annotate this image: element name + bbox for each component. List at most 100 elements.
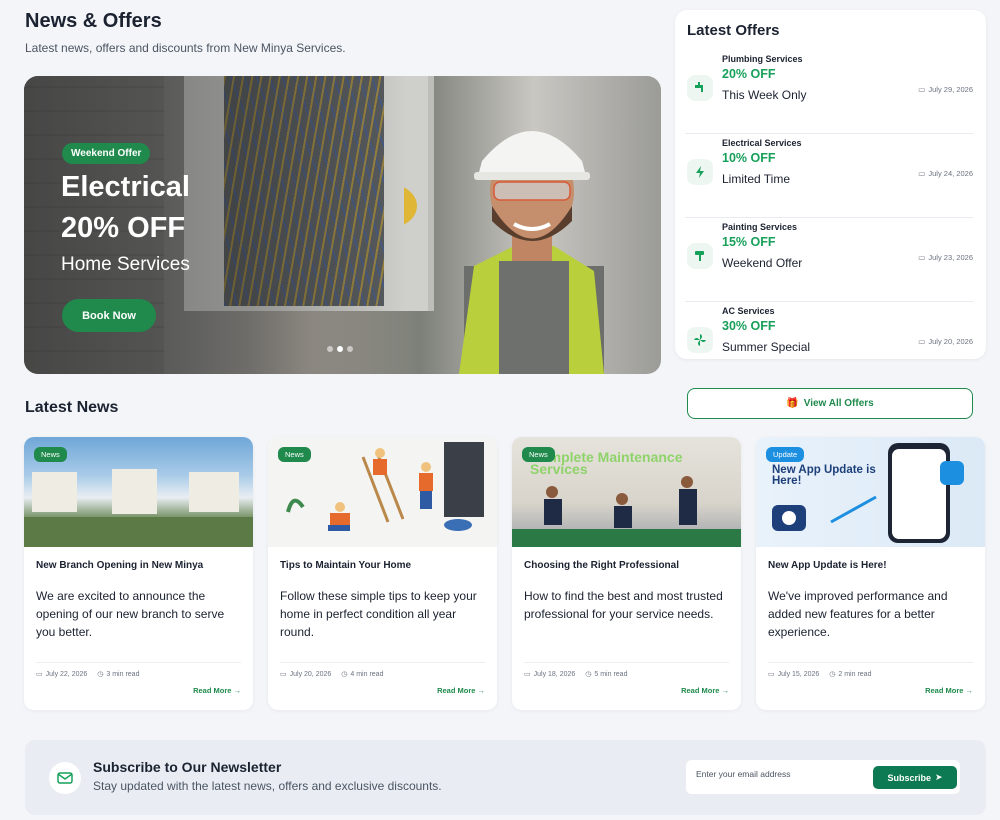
news-read-time: ◷ 5 min read [585, 670, 628, 679]
offer-date: ▭ July 24, 2026 [918, 169, 973, 178]
offer-name: Limited Time [722, 172, 791, 186]
calendar-icon: ▭ [280, 671, 287, 678]
arrow-right-icon: → [721, 686, 730, 695]
read-more-label: Read More [925, 686, 964, 695]
read-more-link[interactable]: Read More → [193, 686, 241, 695]
news-read-time-text: 2 min read [838, 670, 872, 678]
offer-date: ▭ July 29, 2026 [918, 85, 973, 94]
gift-icon: 🎁 [786, 398, 799, 409]
view-all-offers-button[interactable]: 🎁 View All Offers [687, 388, 973, 419]
arrow-right-icon: → [965, 686, 974, 695]
news-read-time: ◷ 4 min read [341, 670, 384, 679]
email-input[interactable] [696, 769, 856, 779]
calendar-icon: ▭ [918, 337, 926, 346]
news-read-time-text: 4 min read [350, 670, 384, 678]
offer-category: AC Services [722, 306, 775, 316]
envelope-icon [49, 762, 81, 794]
hero-subtitle: Home Services [61, 254, 190, 275]
newsletter-subtitle: Stay updated with the latest news, offer… [93, 779, 442, 793]
arrow-right-icon: → [233, 686, 242, 695]
carousel-dot[interactable] [327, 346, 333, 352]
offer-name: Weekend Offer [722, 256, 803, 270]
clock-icon: ◷ [585, 671, 592, 678]
news-date-text: July 18, 2026 [533, 670, 576, 678]
news-card[interactable]: New App Update is Here! Update New App U… [756, 437, 985, 710]
calendar-icon: ▭ [36, 671, 43, 678]
news-read-time-text: 3 min read [106, 670, 140, 678]
news-date-text: July 15, 2026 [777, 670, 820, 678]
view-all-offers-label: View All Offers [803, 398, 874, 409]
news-date: ▭ July 15, 2026 [768, 670, 820, 679]
offer-date: ▭ July 20, 2026 [918, 337, 973, 346]
hero-offer-badge: Weekend Offer [62, 143, 151, 164]
offer-item[interactable]: Plumbing Services 20% OFF This Week Only… [685, 50, 973, 134]
offer-item[interactable]: Painting Services 15% OFF Weekend Offer … [685, 218, 973, 302]
news-card[interactable]: Complete Maintenance Services News Choos… [512, 437, 741, 710]
lightning-icon [687, 159, 713, 185]
news-date: ▭ July 22, 2026 [36, 670, 88, 679]
read-more-link[interactable]: Read More → [437, 686, 485, 695]
news-card-meta: ▭ July 15, 2026 ◷ 2 min read [768, 662, 973, 678]
news-card-title: Tips to Maintain Your Home [280, 560, 412, 571]
faucet-icon [687, 75, 713, 101]
offer-discount: 30% OFF [722, 319, 776, 333]
hero-discount: 20% OFF [61, 212, 186, 244]
offer-date-text: July 29, 2026 [928, 85, 973, 94]
read-more-link[interactable]: Read More → [681, 686, 729, 695]
news-card-meta: ▭ July 20, 2026 ◷ 4 min read [280, 662, 485, 678]
news-card-text: Follow these simple tips to keep your ho… [280, 589, 477, 639]
paint-roller-icon [687, 243, 713, 269]
offer-name: Summer Special [722, 340, 811, 354]
hero-banner[interactable]: Weekend Offer Electrical 20% OFF Home Se… [24, 76, 661, 374]
book-now-button[interactable]: Book Now [62, 299, 156, 332]
news-read-time: ◷ 3 min read [97, 670, 140, 679]
offer-date-text: July 24, 2026 [928, 169, 973, 178]
clock-icon: ◷ [341, 671, 348, 678]
subscribe-button[interactable]: Subscribe ➤ [873, 766, 957, 789]
news-tag: News [34, 447, 67, 462]
offer-item[interactable]: AC Services 30% OFF Summer Special ▭ July… [685, 302, 973, 359]
calendar-icon: ▭ [768, 671, 775, 678]
subscribe-label: Subscribe [887, 772, 931, 783]
offer-discount: 20% OFF [722, 67, 776, 81]
update-tag: Update [766, 447, 805, 462]
offer-date-text: July 20, 2026 [928, 337, 973, 346]
offer-category: Electrical Services [722, 138, 802, 148]
news-card-text: We've improved performance and added new… [768, 589, 948, 639]
news-tag: News [278, 447, 311, 462]
read-more-link[interactable]: Read More → [925, 686, 973, 695]
offer-category: Painting Services [722, 222, 798, 232]
maintenance-banner-text: Complete Maintenance Services [530, 449, 683, 477]
carousel-dot[interactable] [347, 346, 353, 352]
read-more-label: Read More [681, 686, 720, 695]
carousel-dot-active[interactable] [337, 346, 343, 352]
offer-date-text: July 23, 2026 [928, 253, 973, 262]
calendar-icon: ▭ [918, 253, 926, 262]
latest-offers-panel: Latest Offers Plumbing Services 20% OFF … [675, 10, 986, 359]
offer-item[interactable]: Electrical Services 10% OFF Limited Time… [685, 134, 973, 218]
news-card[interactable]: News Tips to Maintain Your Home Follow t… [268, 437, 497, 710]
calendar-icon: ▭ [524, 671, 531, 678]
news-date: ▭ July 20, 2026 [280, 670, 331, 679]
news-card-meta: ▭ July 18, 2026 ◷ 5 min read [524, 662, 729, 678]
news-card-title: New App Update is Here! [768, 560, 887, 571]
latest-offers-title: Latest Offers [687, 22, 780, 39]
news-card-meta: ▭ July 22, 2026 ◷ 3 min read [36, 662, 241, 678]
news-card-title: Choosing the Right Professional [524, 560, 680, 571]
newsletter-title: Subscribe to Our Newsletter [93, 759, 282, 775]
page-title: News & Offers [25, 10, 162, 32]
news-read-time: ◷ 2 min read [829, 670, 872, 679]
offer-name: This Week Only [722, 88, 807, 102]
news-read-time-text: 5 min read [594, 670, 628, 678]
news-date-text: July 22, 2026 [45, 670, 88, 678]
offer-discount: 15% OFF [722, 235, 776, 249]
news-card[interactable]: News New Branch Opening in New Minya We … [24, 437, 253, 710]
read-more-label: Read More [193, 686, 232, 695]
news-card-text: How to find the best and most trusted pr… [524, 589, 723, 621]
send-icon: ➤ [934, 772, 943, 782]
page-subtitle: Latest news, offers and discounts from N… [25, 41, 346, 55]
offer-discount: 10% OFF [722, 151, 776, 165]
clock-icon: ◷ [97, 671, 104, 678]
app-update-banner-text: New App Update is Here! [772, 464, 876, 487]
carousel-dots[interactable] [327, 346, 353, 352]
